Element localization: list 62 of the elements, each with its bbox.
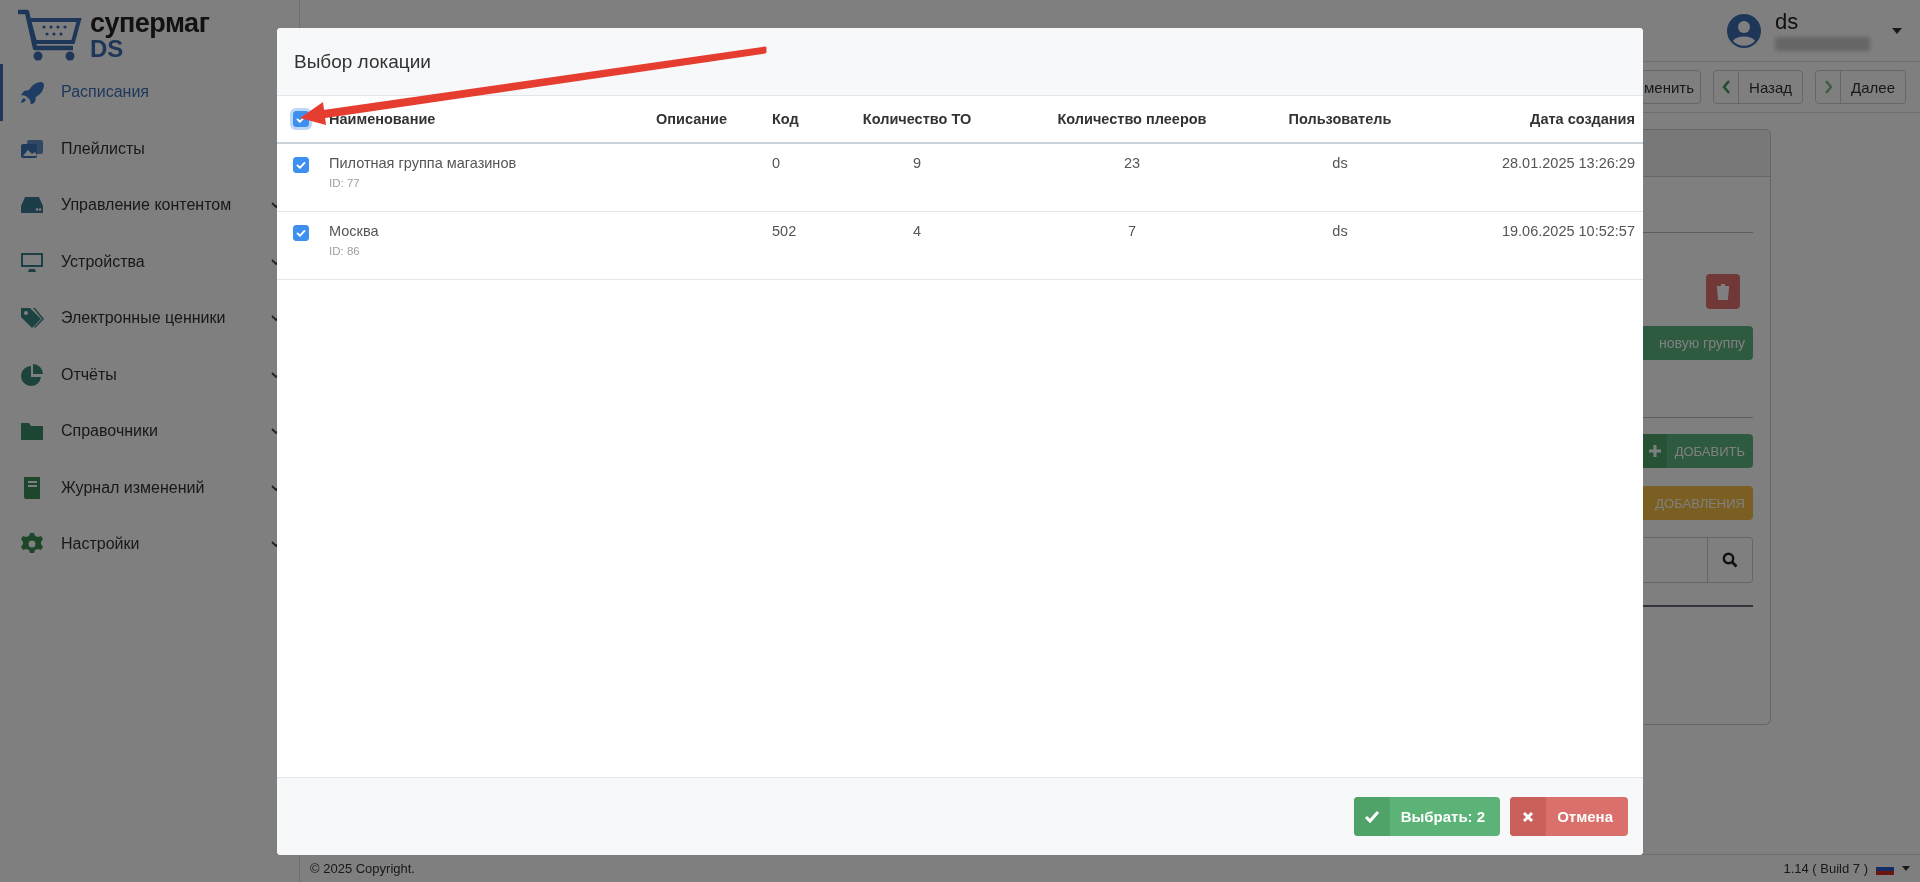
table-cell: 7 <box>1127 223 1137 239</box>
search-icon <box>1722 552 1738 568</box>
close-icon <box>1522 810 1535 823</box>
cancel-button[interactable]: Отмена <box>1510 797 1628 836</box>
column-header[interactable]: Количество плееров <box>977 111 1287 127</box>
chevron-left-icon <box>1721 80 1731 94</box>
column-header[interactable]: Наименование <box>329 111 629 127</box>
sidebar-item-label: Настройки <box>61 535 140 554</box>
user-name: ds <box>1775 10 1800 33</box>
table-cell: 4 <box>912 223 922 239</box>
sidebar-item-label: Плейлисты <box>61 139 145 158</box>
logo-text: супермаг <box>90 9 210 37</box>
table-cell: 23 <box>1123 155 1141 171</box>
table-cell-text: 0 <box>771 155 782 171</box>
sidebar-item[interactable]: Управление контентом <box>0 177 299 234</box>
plus-icon <box>1648 444 1662 458</box>
column-header[interactable]: Код <box>727 111 857 127</box>
sidebar-item[interactable]: Электронные ценники <box>0 290 299 347</box>
rocket-icon <box>19 80 45 105</box>
sidebar-item-label: Расписания <box>61 83 149 102</box>
sidebar-item-label: Устройства <box>61 252 145 271</box>
column-header[interactable]: Количество ТО <box>857 111 977 127</box>
id-text: ID: 77 <box>329 177 361 189</box>
chevron-right-icon <box>1823 80 1833 94</box>
table-cell: 28.01.2025 13:26:29 <box>1501 155 1635 171</box>
toolbar-button[interactable]: менить <box>1641 70 1702 104</box>
sidebar-item-label: Справочники <box>61 422 158 441</box>
table-cell-text: Пилотная группа магазинов <box>329 155 518 171</box>
sidebar-item-label: Электронные ценники <box>61 309 226 328</box>
copyright-text: © 2025 Copyright. <box>310 861 415 876</box>
pie-chart-icon <box>19 362 45 387</box>
id-text: ID: 86 <box>329 245 361 257</box>
table-cell-text: Москва <box>329 223 380 239</box>
column-header[interactable]: Описание <box>629 111 727 127</box>
tags-icon <box>19 306 45 331</box>
sidebar-item[interactable]: Отчёты <box>0 346 299 403</box>
sidebar-item-label: Управление контентом <box>61 196 232 215</box>
trash-icon <box>1716 283 1730 300</box>
toolbar-button[interactable]: Далее <box>1815 70 1906 104</box>
sidebar-item-label: Отчёты <box>61 365 117 384</box>
caret-icon[interactable] <box>1902 866 1910 871</box>
checkbox[interactable] <box>293 225 309 241</box>
sidebar-item[interactable]: Устройства <box>0 233 299 290</box>
column-header[interactable]: Дата создания <box>1393 111 1635 127</box>
table-cell: 19.06.2025 10:52:57 <box>1501 223 1635 239</box>
column-header[interactable]: Пользователь <box>1287 111 1393 127</box>
table-cell: 9 <box>912 155 922 171</box>
checkbox[interactable] <box>293 157 309 173</box>
toolbar-button[interactable]: Назад <box>1713 70 1804 104</box>
sidebar-item[interactable]: Справочники <box>0 403 299 460</box>
caret-icon[interactable] <box>1892 27 1902 34</box>
version-text: 1.14 ( Build 7 ) <box>1783 861 1868 876</box>
check-icon <box>1363 809 1380 824</box>
sidebar-item-label: Журнал изменений <box>61 478 205 497</box>
table-cell: ds <box>1332 155 1348 171</box>
select-button[interactable]: Выбрать: 2 <box>1353 797 1501 836</box>
table-cell: ds <box>1332 223 1348 239</box>
delete-button[interactable] <box>1706 274 1740 309</box>
sidebar-item[interactable]: Плейлисты <box>0 120 299 177</box>
sidebar-item[interactable]: Журнал изменений <box>0 459 299 516</box>
table-cell-text: 502 <box>771 223 798 239</box>
avatar-icon[interactable] <box>1727 13 1761 48</box>
